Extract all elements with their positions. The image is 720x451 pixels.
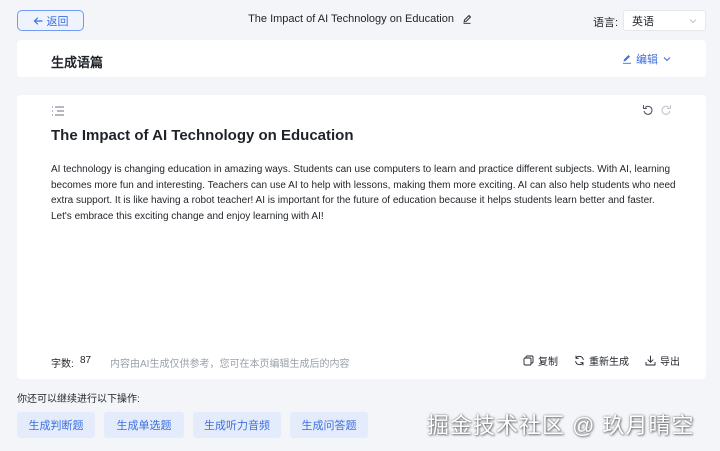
watermark: 掘金技术社区 @ 玖月晴空: [427, 413, 695, 438]
section-title: 生成语篇: [51, 55, 104, 70]
undo-icon[interactable]: [642, 104, 654, 116]
copy-label: 复制: [538, 357, 558, 368]
language-select[interactable]: 英语: [623, 10, 706, 31]
export-label: 导出: [660, 357, 680, 368]
article-footer: 字数: 87 内容由AI生成仅供参考，您可在本页编辑生成后的内容 复制 重新生成…: [51, 353, 681, 370]
chevron-down-icon: [689, 19, 697, 24]
generate-single-choice-button[interactable]: 生成单选题: [104, 412, 184, 438]
edit-title-icon[interactable]: [462, 14, 472, 24]
language-label: 语言:: [593, 17, 619, 29]
word-count-value: 87: [80, 355, 92, 366]
copy-icon: [523, 355, 534, 366]
export-button[interactable]: 导出: [645, 353, 680, 368]
article-title[interactable]: The Impact of AI Technology on Education: [51, 127, 354, 144]
generate-qa-button[interactable]: 生成问答题: [290, 412, 368, 438]
generate-true-false-button[interactable]: 生成判断题: [17, 412, 95, 438]
word-count-label: 字数:: [51, 359, 74, 370]
generate-listening-audio-button[interactable]: 生成听力音频: [193, 412, 281, 438]
redo-icon[interactable]: [660, 104, 672, 116]
language-value: 英语: [632, 15, 654, 28]
top-bar: 返回 The Impact of AI Technology on Educat…: [0, 0, 720, 40]
regenerate-label: 重新生成: [589, 357, 629, 368]
more-actions-label: 你还可以继续进行以下操作:: [17, 394, 140, 405]
chevron-down-icon: [663, 57, 671, 62]
edit-label: 编辑: [636, 54, 658, 66]
pencil-icon: [623, 55, 631, 64]
refresh-icon: [575, 355, 584, 366]
download-icon: [645, 355, 656, 366]
outline-list-icon[interactable]: [51, 105, 65, 117]
section-header-card: 生成语篇 编辑: [17, 40, 706, 77]
regenerate-button[interactable]: 重新生成: [574, 353, 629, 368]
article-card: The Impact of AI Technology on Education…: [17, 95, 706, 379]
document-title: The Impact of AI Technology on Education: [248, 13, 454, 25]
article-body[interactable]: AI technology is changing education in a…: [51, 162, 676, 224]
copy-button[interactable]: 复制: [523, 353, 558, 368]
ai-disclaimer: 内容由AI生成仅供参考，您可在本页编辑生成后的内容: [110, 359, 350, 370]
edit-dropdown-button[interactable]: 编辑: [622, 51, 672, 67]
